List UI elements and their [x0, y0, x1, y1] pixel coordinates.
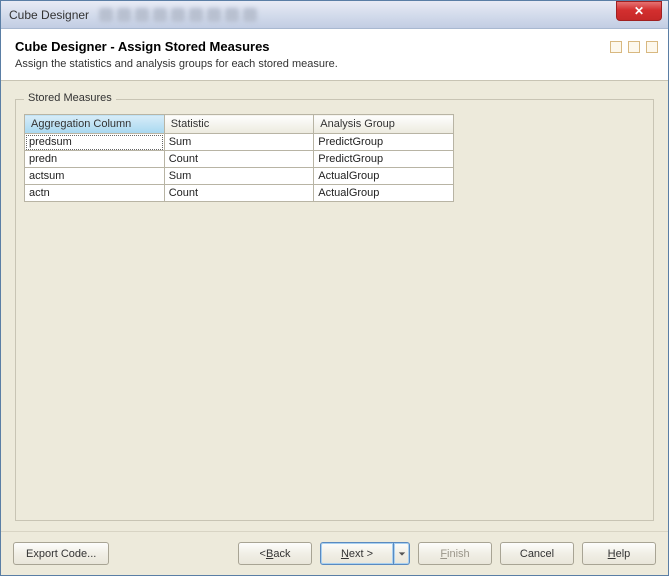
table-cell[interactable]: Sum	[164, 168, 314, 185]
close-icon: ✕	[634, 4, 644, 18]
page-title: Cube Designer - Assign Stored Measures	[15, 39, 654, 54]
finish-button: Finish	[418, 542, 492, 565]
table-cell[interactable]: ActualGroup	[314, 168, 454, 185]
content-area: Stored Measures Aggregation Column Stati…	[1, 81, 668, 531]
chevron-down-icon	[398, 550, 406, 558]
table-cell[interactable]: predn	[25, 151, 165, 168]
header-icon	[628, 41, 640, 53]
page-description: Assign the statistics and analysis group…	[15, 58, 654, 70]
table-row[interactable]: prednCountPredictGroup	[25, 151, 454, 168]
table-cell[interactable]: Count	[164, 185, 314, 202]
wizard-header: Cube Designer - Assign Stored Measures A…	[1, 29, 668, 81]
col-analysis-group[interactable]: Analysis Group	[314, 115, 454, 134]
next-dropdown-button[interactable]	[394, 542, 410, 565]
table-cell[interactable]: PredictGroup	[314, 151, 454, 168]
table-cell[interactable]: Sum	[164, 134, 314, 151]
next-button[interactable]: Next >	[320, 542, 394, 565]
stored-measures-group: Stored Measures Aggregation Column Stati…	[15, 99, 654, 521]
groupbox-label: Stored Measures	[24, 92, 116, 104]
window-title: Cube Designer	[9, 8, 89, 22]
header-icon	[646, 41, 658, 53]
table-header-row: Aggregation Column Statistic Analysis Gr…	[25, 115, 454, 134]
close-button[interactable]: ✕	[616, 1, 662, 21]
titlebar: Cube Designer ✕	[1, 1, 668, 29]
table-row[interactable]: actnCountActualGroup	[25, 185, 454, 202]
window-frame: Cube Designer ✕ Cube Designer - Assign S…	[0, 0, 669, 576]
back-button[interactable]: < Back	[238, 542, 312, 565]
table-cell[interactable]: predsum	[25, 134, 165, 151]
export-code-button[interactable]: Export Code...	[13, 542, 109, 565]
table-row[interactable]: actsumSumActualGroup	[25, 168, 454, 185]
wizard-footer: Export Code... < Back Next > Finish Canc…	[1, 531, 668, 575]
header-icon-group	[610, 41, 658, 53]
col-aggregation[interactable]: Aggregation Column	[25, 115, 165, 134]
help-button[interactable]: Help	[582, 542, 656, 565]
table-cell[interactable]: actsum	[25, 168, 165, 185]
measures-table[interactable]: Aggregation Column Statistic Analysis Gr…	[24, 114, 454, 202]
cancel-button[interactable]: Cancel	[500, 542, 574, 565]
table-cell[interactable]: PredictGroup	[314, 134, 454, 151]
toolbar-blur	[99, 8, 257, 22]
table-cell[interactable]: ActualGroup	[314, 185, 454, 202]
table-row[interactable]: predsumSumPredictGroup	[25, 134, 454, 151]
header-icon	[610, 41, 622, 53]
table-cell[interactable]: actn	[25, 185, 165, 202]
next-button-group: Next >	[320, 542, 410, 565]
table-cell[interactable]: Count	[164, 151, 314, 168]
col-statistic[interactable]: Statistic	[164, 115, 314, 134]
